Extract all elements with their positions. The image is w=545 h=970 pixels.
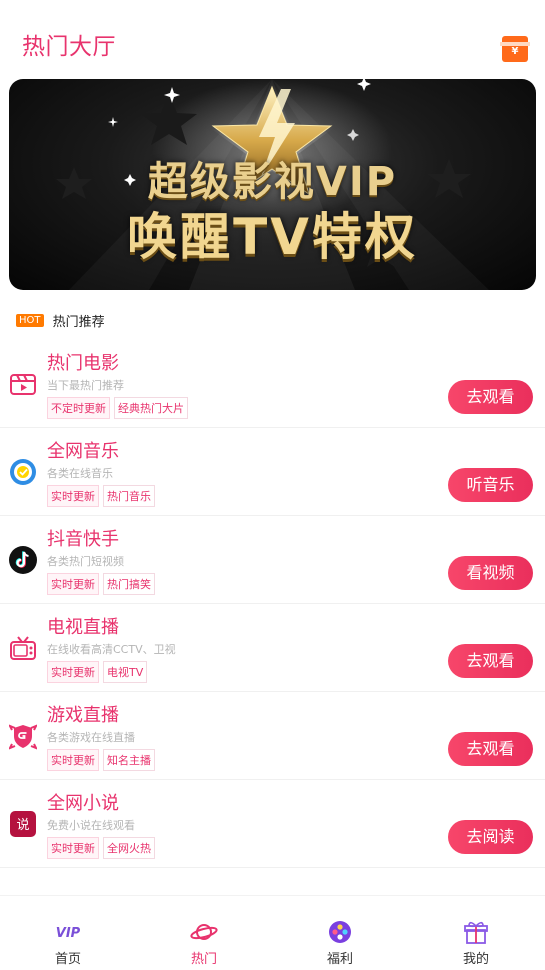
watch-button[interactable]: 去观看 [448,732,533,766]
film-reel-icon [329,921,351,943]
tag: 不定时更新 [47,397,110,419]
read-button[interactable]: 去阅读 [448,820,533,854]
tag: 实时更新 [47,573,99,595]
tag: 实时更新 [47,485,99,507]
tag-list: 实时更新 全网火热 [47,837,159,859]
planet-icon [190,924,218,940]
tag: 实时更新 [47,661,99,683]
list-item-movies[interactable]: 热门电影 当下最热门推荐 不定时更新 经典热门大片 去观看 [0,340,545,428]
tag-list: 实时更新 热门搞笑 [47,573,159,595]
red-packet-icon[interactable]: ¥ [500,36,530,62]
vip-icon: VIP [56,926,81,941]
list-item-novels[interactable]: 说 全网小说 免费小说在线观看 实时更新 全网火热 去阅读 [0,780,545,868]
nav-home[interactable]: VIP 首页 [0,896,136,970]
music-disc-icon [10,459,36,485]
category-list: 热门电影 当下最热门推荐 不定时更新 经典热门大片 去观看 全网音乐 各类在线音乐… [0,340,545,868]
nav-label: 热门 [190,952,217,967]
game-shield-icon [9,724,37,750]
banner-subtitle: 唤醒TV特权 [127,208,418,266]
nav-hot[interactable]: 热门 [136,896,272,970]
item-subtitle: 在线收看高清CCTV、卫视 [47,643,176,656]
vip-icon-text: VIP [56,926,81,941]
item-subtitle: 各类在线音乐 [47,467,113,480]
item-subtitle: 各类游戏在线直播 [47,731,135,744]
tag-list: 实时更新 电视TV [47,661,151,683]
nav-mine[interactable]: 我的 [408,896,544,970]
header: 热门大厅 ¥ [0,0,545,80]
tv-icon [10,636,36,660]
nav-welfare[interactable]: 福利 [272,896,408,970]
tag: 热门搞笑 [103,573,155,595]
item-title: 游戏直播 [47,705,119,726]
section-title: 热门推荐 [52,315,105,330]
item-title: 热门电影 [47,353,119,374]
tag: 实时更新 [47,837,99,859]
item-subtitle: 各类热门短视频 [47,555,124,568]
nav-label: 首页 [54,952,81,967]
item-subtitle: 当下最热门推荐 [47,379,124,392]
tag: 实时更新 [47,749,99,771]
tag: 全网火热 [103,837,155,859]
hot-badge: HOT [16,314,44,327]
item-title: 电视直播 [47,617,119,638]
clapperboard-icon [10,374,36,395]
tag: 知名主播 [103,749,155,771]
listen-button[interactable]: 听音乐 [448,468,533,502]
watch-video-button[interactable]: 看视频 [448,556,533,590]
novel-icon-text: 说 [16,818,29,833]
watch-button[interactable]: 去观看 [448,380,533,414]
page-title: 热门大厅 [22,34,116,60]
nav-label: 我的 [462,952,489,967]
item-title: 全网音乐 [47,441,119,462]
list-item-tv-live[interactable]: 电视直播 在线收看高清CCTV、卫视 实时更新 电视TV 去观看 [0,604,545,692]
tag: 电视TV [103,661,148,683]
gift-icon [464,921,488,944]
vip-banner[interactable]: 超级影视VIP 唤醒TV特权 [9,79,536,290]
tag-list: 实时更新 知名主播 [47,749,159,771]
red-packet-symbol: ¥ [511,46,519,57]
item-title: 全网小说 [47,793,119,814]
list-item-music[interactable]: 全网音乐 各类在线音乐 实时更新 热门音乐 听音乐 [0,428,545,516]
list-item-game-live[interactable]: 游戏直播 各类游戏在线直播 实时更新 知名主播 去观看 [0,692,545,780]
item-title: 抖音快手 [47,529,119,550]
item-subtitle: 免费小说在线观看 [47,819,135,832]
tag-list: 不定时更新 经典热门大片 [47,397,192,419]
bottom-nav: VIP 首页 热门 福利 我的 [0,895,545,970]
list-item-short-video[interactable]: 抖音快手 各类热门短视频 实时更新 热门搞笑 看视频 [0,516,545,604]
tiktok-icon [9,546,37,574]
tag: 经典热门大片 [114,397,188,419]
novel-icon: 说 [10,811,36,837]
section-header: HOT 热门推荐 [16,310,105,330]
tag-list: 实时更新 热门音乐 [47,485,159,507]
nav-label: 福利 [326,952,353,967]
tag: 热门音乐 [103,485,155,507]
watch-button[interactable]: 去观看 [448,644,533,678]
